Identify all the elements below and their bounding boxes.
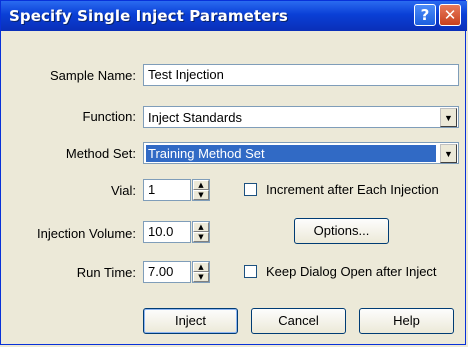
run-time-input[interactable]: 7.00 xyxy=(143,261,191,283)
chevron-down-icon[interactable]: ▼ xyxy=(440,144,457,163)
injection-volume-input[interactable]: 10.0 xyxy=(143,221,191,243)
increment-checkbox[interactable] xyxy=(244,183,257,196)
function-label: Function: xyxy=(82,109,136,124)
close-icon: ✕ xyxy=(443,6,457,24)
vial-input[interactable]: 1 xyxy=(143,179,191,201)
keep-open-label: Keep Dialog Open after Inject xyxy=(266,264,437,279)
dialog-title: Specify Single Inject Parameters xyxy=(9,7,288,25)
function-select[interactable]: Inject Standards ▼ xyxy=(143,106,459,128)
run-time-spinner[interactable]: ▲ ▼ xyxy=(192,261,210,283)
inject-button[interactable]: Inject xyxy=(143,308,238,334)
help-title-button[interactable]: ? xyxy=(414,4,436,26)
vial-spinner[interactable]: ▲ ▼ xyxy=(192,179,210,201)
injection-volume-label: Injection Volume: xyxy=(36,226,136,241)
help-button[interactable]: Help xyxy=(359,308,454,334)
vial-label: Vial: xyxy=(110,183,136,198)
function-value: Inject Standards xyxy=(148,110,242,125)
method-set-value: Training Method Set xyxy=(146,145,436,162)
run-time-label: Run Time: xyxy=(76,265,136,280)
spin-up-icon[interactable]: ▲ xyxy=(193,180,209,190)
spin-up-icon[interactable]: ▲ xyxy=(193,222,209,232)
chevron-down-icon[interactable]: ▼ xyxy=(440,108,457,127)
method-set-select[interactable]: Training Method Set ▼ xyxy=(143,142,459,164)
spin-up-icon[interactable]: ▲ xyxy=(193,262,209,272)
injection-volume-spinner[interactable]: ▲ ▼ xyxy=(192,221,210,243)
increment-label: Increment after Each Injection xyxy=(266,182,439,197)
cancel-button[interactable]: Cancel xyxy=(251,308,346,334)
sample-name-input[interactable]: Test Injection xyxy=(143,64,459,86)
question-icon: ? xyxy=(420,6,430,24)
sample-name-label: Sample Name: xyxy=(50,68,136,83)
keep-open-checkbox[interactable] xyxy=(244,265,257,278)
title-bar[interactable]: Specify Single Inject Parameters ? ✕ xyxy=(1,1,467,31)
method-set-label: Method Set: xyxy=(65,146,136,161)
options-button[interactable]: Options... xyxy=(294,218,389,244)
spin-down-icon[interactable]: ▼ xyxy=(193,232,209,242)
spin-down-icon[interactable]: ▼ xyxy=(193,272,209,282)
spin-down-icon[interactable]: ▼ xyxy=(193,190,209,200)
close-title-button[interactable]: ✕ xyxy=(439,4,461,26)
dialog-window: Specify Single Inject Parameters ? ✕ Sam… xyxy=(0,0,467,345)
